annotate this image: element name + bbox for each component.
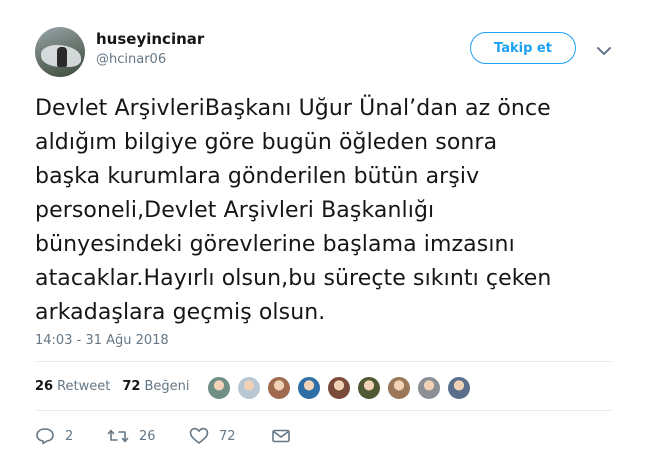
tweet-text: Devlet ArşivleriBaşkanı Uğur Ünal’dan az…	[35, 92, 635, 330]
retweet-button[interactable]: 26	[107, 427, 189, 445]
liker-avatar[interactable]	[387, 376, 411, 400]
user-handle[interactable]: @hcinar06	[96, 52, 166, 67]
tweet-text-line: personeli,Devlet Arşivleri Başkanlığı	[35, 198, 435, 223]
liker-avatar[interactable]	[327, 376, 351, 400]
divider	[35, 361, 613, 362]
direct-message-button[interactable]	[271, 428, 291, 444]
liker-avatar[interactable]	[237, 376, 261, 400]
envelope-icon	[272, 429, 290, 443]
tweet-text-line: atacaklar.Hayırlı olsun,bu süreçte sıkın…	[35, 266, 552, 291]
display-name[interactable]: huseyincinar	[96, 30, 204, 48]
retweet-count: 26	[139, 428, 156, 444]
reply-count: 2	[65, 428, 74, 444]
follow-button[interactable]: Takip et	[470, 32, 576, 64]
retweets-count: 26	[35, 379, 54, 394]
tweet-text-line: Devlet ArşivleriBaşkanı Uğur Ünal’dan az…	[35, 96, 551, 121]
tweet-text-line: aldığım bilgiye göre bugün öğleden sonra	[35, 130, 498, 155]
tweet-timestamp[interactable]: 14:03 - 31 Ağu 2018	[35, 333, 169, 348]
divider	[35, 410, 613, 411]
retweets-label: Retweet	[57, 379, 111, 394]
liker-avatar[interactable]	[267, 376, 291, 400]
avatar[interactable]	[35, 27, 85, 77]
likes-label: Beğeni	[144, 379, 190, 394]
liker-avatar[interactable]	[297, 376, 321, 400]
retweet-icon	[107, 429, 129, 443]
retweets-stat[interactable]: 26 Retweet	[35, 379, 110, 394]
tweet-stats: 26 Retweet 72 Beğeni	[35, 379, 202, 394]
tweet-text-line: arkadaşlara geçmiş olsun.	[35, 300, 326, 325]
tweet-text-line: başka kurumlara gönderilen bütün arşiv	[35, 164, 480, 189]
more-options-chevron-icon[interactable]	[596, 42, 612, 55]
reply-icon	[36, 428, 54, 445]
liker-avatar[interactable]	[207, 376, 231, 400]
likes-count: 72	[122, 379, 141, 394]
avatar-figure	[57, 47, 67, 67]
reply-button[interactable]: 2	[35, 427, 107, 445]
tweet-text-line: bünyesindeki görevlerine başlama imzasın…	[35, 232, 515, 257]
like-count: 72	[219, 428, 236, 444]
liker-avatar[interactable]	[447, 376, 471, 400]
heart-icon	[189, 427, 209, 444]
liker-avatar[interactable]	[357, 376, 381, 400]
like-button[interactable]: 72	[189, 427, 271, 445]
likes-stat[interactable]: 72 Beğeni	[122, 379, 189, 394]
liker-avatar[interactable]	[417, 376, 441, 400]
likers-avatar-list	[207, 376, 477, 400]
tweet-actions: 2 26 72	[35, 427, 291, 445]
